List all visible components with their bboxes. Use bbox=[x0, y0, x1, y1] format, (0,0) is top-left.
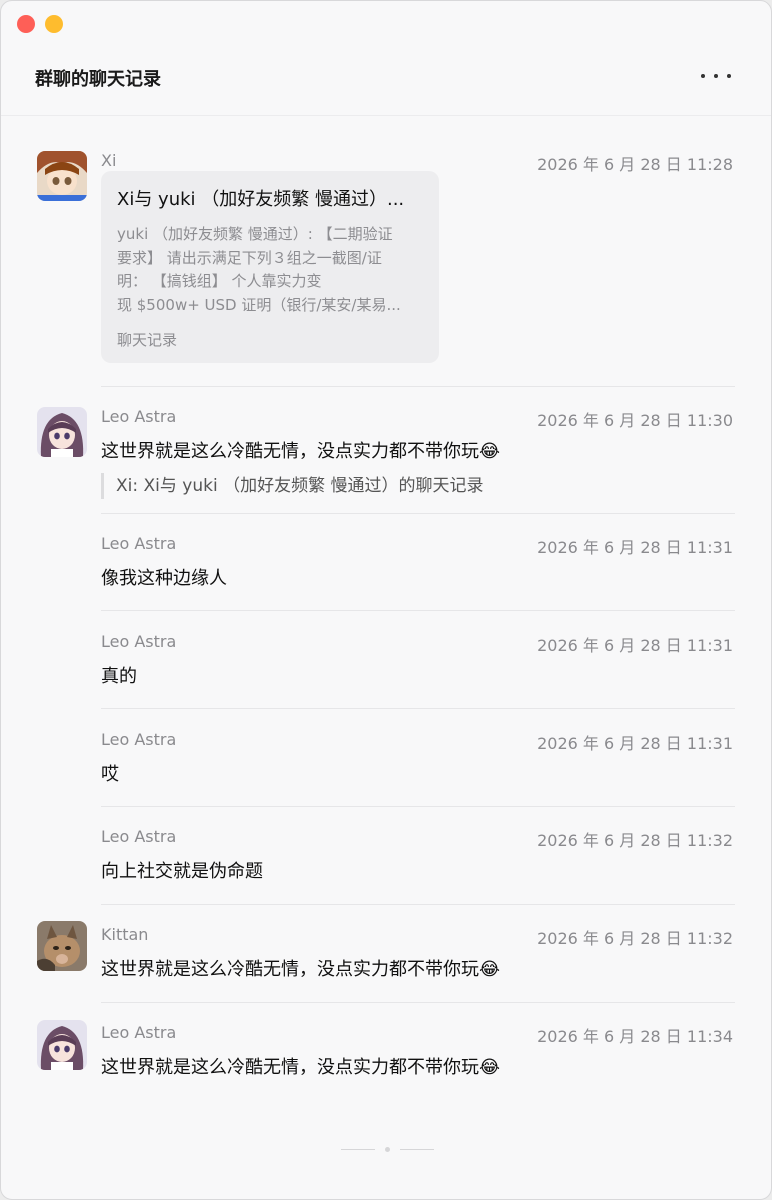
message-time: 2026 年 6 月 28 日 11:31 bbox=[537, 538, 733, 557]
sender-name: Leo Astra bbox=[101, 827, 177, 846]
avatar-leo-astra[interactable] bbox=[37, 1020, 87, 1070]
chat-history-window: 群聊的聊天记录 Xi 2026 年 6 月 28 日 11:28 Xi与 yuk… bbox=[0, 0, 772, 1200]
anime-avatar-icon bbox=[37, 151, 87, 201]
message-text: 真的 bbox=[101, 666, 137, 687]
sender-name: Leo Astra bbox=[101, 407, 177, 426]
message-time: 2026 年 6 月 28 日 11:34 bbox=[537, 1027, 733, 1046]
minimize-window-button[interactable] bbox=[45, 15, 63, 33]
message-divider bbox=[101, 904, 735, 905]
message-divider bbox=[101, 708, 735, 709]
avatar-xi[interactable] bbox=[37, 151, 87, 201]
card-preview-line: 要求】 请出示满足下列３组之一截图/证 bbox=[117, 248, 382, 267]
cat-avatar-icon bbox=[37, 921, 87, 971]
card-preview-line: 现 $500w+ USD 证明（银行/某安/某易... bbox=[117, 295, 401, 314]
message-text: 向上社交就是伪命题 bbox=[101, 861, 263, 882]
message-time: 2026 年 6 月 28 日 11:32 bbox=[537, 929, 733, 948]
message-text: 这世界就是这么冷酷无情，没点实力都不带你玩😂 bbox=[101, 959, 501, 980]
card-title: Xi与 yuki （加好友频繁 慢通过）... bbox=[117, 189, 405, 210]
card-preview-line: 明： 【搞钱组】 个人靠实力变 bbox=[117, 272, 322, 290]
sender-name: Leo Astra bbox=[101, 1023, 177, 1042]
card-footer-label: 聊天记录 bbox=[117, 331, 178, 349]
message-divider bbox=[101, 610, 735, 611]
window-controls bbox=[17, 15, 63, 33]
message-divider bbox=[101, 1002, 735, 1003]
sender-name: Leo Astra bbox=[101, 534, 177, 553]
forwarded-chat-card[interactable]: Xi与 yuki （加好友频繁 慢通过）... yuki （加好友频繁 慢通过）… bbox=[101, 171, 439, 363]
card-preview: yuki （加好友频繁 慢通过）: 【二期验证 要求】 请出示满足下列３组之一截… bbox=[117, 223, 423, 317]
message-text: 哎 bbox=[101, 764, 119, 785]
sender-name: Kittan bbox=[101, 925, 149, 944]
message-time: 2026 年 6 月 28 日 11:31 bbox=[537, 636, 733, 655]
message-divider bbox=[101, 513, 735, 514]
scroll-indicator bbox=[341, 1147, 434, 1152]
message-text: 这世界就是这么冷酷无情，没点实力都不带你玩😂 bbox=[101, 1057, 501, 1078]
avatar-leo-astra[interactable] bbox=[37, 407, 87, 457]
header: 群聊的聊天记录 bbox=[1, 59, 771, 117]
sender-name: Leo Astra bbox=[101, 730, 177, 749]
avatar-kittan[interactable] bbox=[37, 921, 87, 971]
sender-name: Leo Astra bbox=[101, 632, 177, 651]
message-time: 2026 年 6 月 28 日 11:31 bbox=[537, 734, 733, 753]
message-divider bbox=[101, 806, 735, 807]
header-divider bbox=[1, 115, 771, 116]
window-title: 群聊的聊天记录 bbox=[35, 69, 161, 90]
message-time: 2026 年 6 月 28 日 11:30 bbox=[537, 411, 733, 430]
card-preview-line: yuki （加好友频繁 慢通过）: 【二期验证 bbox=[117, 225, 393, 243]
anime-avatar-icon bbox=[37, 407, 87, 457]
more-options-icon[interactable] bbox=[701, 65, 731, 87]
anime-avatar-icon bbox=[37, 1020, 87, 1070]
message-text: 这世界就是这么冷酷无情，没点实力都不带你玩😂 bbox=[101, 441, 501, 462]
message-time: 2026 年 6 月 28 日 11:32 bbox=[537, 831, 733, 850]
quoted-message[interactable]: Xi: Xi与 yuki （加好友频繁 慢通过）的聊天记录 bbox=[101, 473, 483, 499]
message-time: 2026 年 6 月 28 日 11:28 bbox=[537, 155, 733, 174]
close-window-button[interactable] bbox=[17, 15, 35, 33]
sender-name: Xi bbox=[101, 151, 117, 170]
message-text: 像我这种边缘人 bbox=[101, 568, 227, 589]
message-divider bbox=[101, 386, 735, 387]
